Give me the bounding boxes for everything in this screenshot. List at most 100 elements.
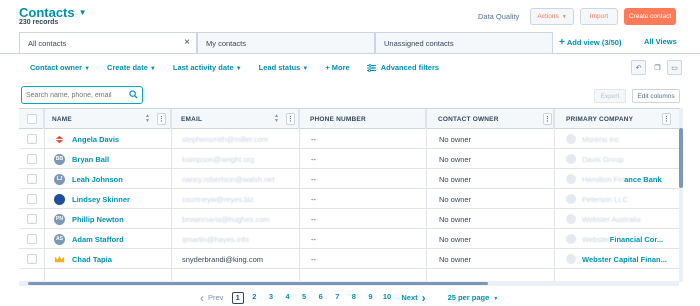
- owner-value[interactable]: No owner: [439, 215, 471, 224]
- table-row[interactable]: Lindsey Skinner courtneyw@reyes.biz -- N…: [19, 189, 679, 209]
- select-all-checkbox[interactable]: [27, 114, 37, 124]
- filter-contact-owner[interactable]: Contact owner ▼: [30, 63, 90, 72]
- page-number-button[interactable]: 1: [231, 291, 244, 304]
- row-checkbox[interactable]: [27, 234, 37, 244]
- email-value[interactable]: snyderbrandi@king.com: [182, 255, 263, 264]
- table-row[interactable]: LJ Leah Johnson nancy.robertson@walsh.ne…: [19, 169, 679, 189]
- column-header-primary-company[interactable]: PRIMARY COMPANY ⋮: [554, 109, 679, 129]
- tab-all-contacts[interactable]: All contacts ×: [19, 32, 197, 53]
- add-view-button[interactable]: + Add view (3/50): [559, 37, 621, 48]
- column-label: PRIMARY COMPANY: [566, 115, 634, 123]
- column-options-icon[interactable]: ⋮: [286, 113, 295, 125]
- filter-lead-status[interactable]: Lead status ▼: [259, 63, 309, 72]
- page-number-button[interactable]: 3: [265, 292, 277, 304]
- page-number-button[interactable]: 7: [331, 292, 343, 304]
- chevron-left-icon: ‹: [200, 290, 204, 305]
- contact-name-link[interactable]: Angela Davis: [72, 135, 119, 144]
- import-button[interactable]: Import: [580, 8, 618, 25]
- email-value[interactable]: stephensmith@miller.com: [182, 135, 268, 144]
- column-header-phone-number[interactable]: PHONE NUMBER: [299, 109, 426, 129]
- save-view-icon[interactable]: ▭: [667, 60, 682, 75]
- edit-columns-button[interactable]: Edit columns: [632, 89, 680, 103]
- table-row[interactable]: Chad Tapia snyderbrandi@king.com -- No o…: [19, 249, 679, 269]
- owner-value[interactable]: No owner: [439, 255, 471, 264]
- page-header: Contacts ▼ 230 records Data Quality Acti…: [0, 0, 700, 32]
- page-number-button[interactable]: 6: [315, 292, 327, 304]
- chevron-down-icon: ▼: [84, 66, 91, 72]
- column-header-email[interactable]: EMAIL ▲ ▼ ⋮: [171, 109, 299, 129]
- tab-label: All contacts: [28, 38, 67, 48]
- email-value[interactable]: ksimpson@wright.org: [182, 155, 254, 164]
- phone-cell: --: [311, 129, 421, 149]
- owner-value[interactable]: No owner: [439, 195, 471, 204]
- filter-create-date[interactable]: Create date ▼: [107, 63, 156, 72]
- contact-name-link[interactable]: Phillip Newton: [72, 215, 124, 224]
- undo-icon[interactable]: ↶: [631, 60, 646, 75]
- owner-value[interactable]: No owner: [439, 235, 471, 244]
- column-options-icon[interactable]: ⋮: [662, 113, 671, 125]
- filter-last-activity-date[interactable]: Last activity date ▼: [173, 63, 242, 72]
- table-row[interactable]: AS Adam Stafford qmartin@hayes.info -- N…: [19, 229, 679, 249]
- prev-page-button[interactable]: ‹ Prev: [200, 291, 223, 305]
- owner-value[interactable]: No owner: [439, 155, 471, 164]
- company-link[interactable]: Financial Cor...: [610, 235, 663, 244]
- owner-value[interactable]: No owner: [439, 135, 471, 144]
- company-link[interactable]: Webster Capital Finan...: [582, 255, 667, 264]
- column-options-icon[interactable]: ⋮: [543, 113, 552, 125]
- email-value[interactable]: qmartin@hayes.info: [182, 235, 249, 244]
- data-quality-link[interactable]: Data Quality: [478, 12, 519, 21]
- advanced-filters-button[interactable]: Advanced filters: [366, 63, 439, 72]
- email-value[interactable]: courtneyw@reyes.biz: [182, 195, 254, 204]
- column-header-contact-owner[interactable]: CONTACT OWNER ⋮: [426, 109, 554, 129]
- table-row[interactable]: PN Phillip Newton brownmaria@hughes.com …: [19, 209, 679, 229]
- row-checkbox[interactable]: [27, 214, 37, 224]
- object-switcher[interactable]: Contacts ▼: [19, 5, 87, 20]
- tab-my-contacts[interactable]: My contacts: [197, 32, 375, 53]
- export-button[interactable]: Export: [594, 89, 626, 103]
- contact-name-link[interactable]: Lindsey Skinner: [72, 195, 130, 204]
- prev-label: Prev: [208, 293, 224, 302]
- row-checkbox[interactable]: [27, 174, 37, 184]
- search-box[interactable]: [21, 86, 143, 104]
- sort-icon[interactable]: ▲ ▼: [274, 114, 279, 124]
- scroll-thumb[interactable]: [679, 128, 683, 188]
- column-header-name[interactable]: NAME ▲ ▼ ⋮: [44, 109, 171, 129]
- page-number-button[interactable]: 10: [381, 292, 393, 304]
- per-page-select[interactable]: 25 per page ▼: [448, 293, 499, 302]
- contact-name-link[interactable]: Adam Stafford: [72, 235, 124, 244]
- email-value[interactable]: nancy.robertson@walsh.net: [182, 175, 275, 184]
- row-checkbox[interactable]: [27, 134, 37, 144]
- search-input[interactable]: [26, 89, 126, 101]
- company-link[interactable]: ance Bank: [624, 175, 662, 184]
- owner-value[interactable]: No owner: [439, 175, 471, 184]
- contact-name-link[interactable]: Leah Johnson: [72, 175, 123, 184]
- create-contact-button[interactable]: Create contact: [624, 8, 676, 25]
- copy-icon[interactable]: ❐: [650, 60, 665, 75]
- page-number-button[interactable]: 8: [348, 292, 360, 304]
- page-number-button[interactable]: 4: [282, 292, 294, 304]
- table-row[interactable]: Angela Davis stephensmith@miller.com -- …: [19, 129, 679, 149]
- row-checkbox[interactable]: [27, 154, 37, 164]
- page-number-button[interactable]: 5: [298, 292, 310, 304]
- close-icon[interactable]: ×: [184, 37, 190, 48]
- email-value[interactable]: brownmaria@hughes.com: [182, 215, 270, 224]
- tab-unassigned-contacts[interactable]: Unassigned contacts: [375, 32, 553, 53]
- row-checkbox[interactable]: [27, 254, 37, 264]
- contact-name-link[interactable]: Chad Tapia: [72, 255, 112, 264]
- all-views-link[interactable]: All Views: [644, 37, 677, 46]
- row-checkbox[interactable]: [27, 194, 37, 204]
- actions-button[interactable]: Actions ▼: [530, 8, 574, 25]
- page-number-button[interactable]: 2: [248, 292, 260, 304]
- more-filters-button[interactable]: + More: [325, 63, 349, 72]
- horizontal-scrollbar[interactable]: [19, 281, 679, 286]
- scroll-thumb[interactable]: [28, 282, 488, 285]
- page-title[interactable]: Contacts: [19, 5, 75, 20]
- sort-icon[interactable]: ▲ ▼: [145, 114, 150, 124]
- vertical-scrollbar[interactable]: [679, 108, 683, 282]
- column-label: CONTACT OWNER: [438, 115, 499, 123]
- page-number-button[interactable]: 9: [364, 292, 376, 304]
- next-page-button[interactable]: Next ›: [401, 291, 425, 305]
- contact-name-link[interactable]: Bryan Ball: [72, 155, 109, 164]
- table-row[interactable]: BB Bryan Ball ksimpson@wright.org -- No …: [19, 149, 679, 169]
- column-options-icon[interactable]: ⋮: [157, 113, 166, 125]
